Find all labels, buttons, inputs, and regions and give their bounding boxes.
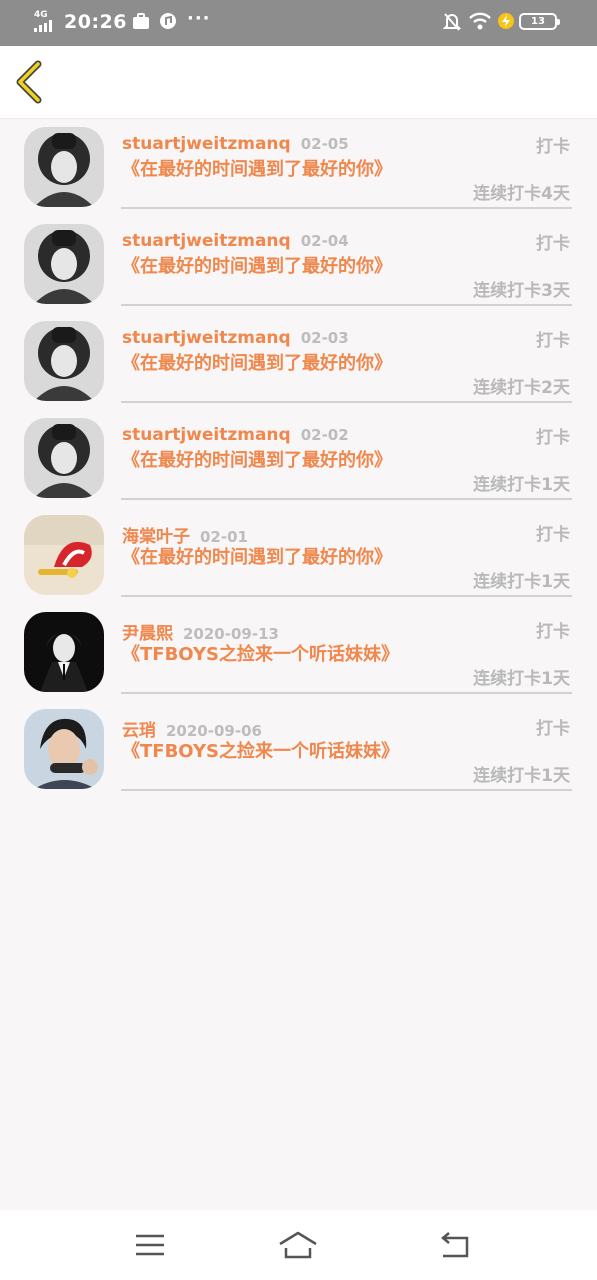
menu-button[interactable] — [130, 1230, 170, 1260]
book-title[interactable]: 《在最好的时间遇到了最好的你》 — [122, 158, 422, 181]
streak-label: 连续打卡1天 — [473, 669, 570, 689]
checkin-list: stuartjweitzmanq 02-05 打卡 《在最好的时间遇到了最好的你》… — [0, 122, 597, 801]
user-name[interactable]: 尹晨熙 — [122, 624, 173, 644]
checkin-row[interactable]: 云琑 2020-09-06 打卡 《TFBOYS之捡来一个听话妹妹》 连续打卡1天 — [0, 704, 597, 801]
streak-label: 连续打卡1天 — [473, 475, 570, 495]
avatar[interactable] — [24, 224, 104, 304]
chevron-left-icon — [16, 60, 42, 104]
signal-icon — [34, 20, 52, 32]
checkin-date: 02-04 — [300, 232, 349, 250]
status-bar: 4G 20:26 ··· 13 — [0, 0, 597, 46]
book-title[interactable]: 《在最好的时间遇到了最好的你》 — [122, 352, 422, 375]
checkin-action-label: 打卡 — [536, 137, 570, 157]
home-button[interactable] — [278, 1230, 318, 1260]
clock: 20:26 — [64, 11, 127, 33]
charging-icon — [498, 13, 514, 29]
user-name[interactable]: stuartjweitzmanq — [122, 134, 291, 154]
user-name[interactable]: 云琑 — [122, 721, 156, 741]
home-icon — [279, 1231, 317, 1259]
checkin-action-label: 打卡 — [536, 234, 570, 254]
briefcase-icon — [133, 13, 149, 29]
streak-label: 连续打卡2天 — [473, 378, 570, 398]
book-title[interactable]: 《TFBOYS之捡来一个听话妹妹》 — [122, 740, 422, 763]
system-nav-bar — [0, 1210, 597, 1280]
avatar[interactable] — [24, 418, 104, 498]
checkin-date: 2020-09-13 — [183, 625, 279, 643]
streak-label: 连续打卡3天 — [473, 281, 570, 301]
user-name[interactable]: 海棠叶子 — [122, 527, 190, 547]
book-title[interactable]: 《在最好的时间遇到了最好的你》 — [122, 449, 422, 472]
avatar[interactable] — [24, 127, 104, 207]
streak-label: 连续打卡4天 — [473, 184, 570, 204]
more-notifications-icon: ··· — [187, 8, 211, 29]
user-name[interactable]: stuartjweitzmanq — [122, 328, 291, 348]
divider — [121, 401, 572, 403]
book-title[interactable]: 《TFBOYS之捡来一个听话妹妹》 — [122, 643, 422, 666]
checkin-date: 02-01 — [200, 528, 248, 546]
book-title[interactable]: 《在最好的时间遇到了最好的你》 — [122, 255, 422, 278]
avatar[interactable] — [24, 515, 104, 595]
checkin-row[interactable]: 海棠叶子 02-01 打卡 《在最好的时间遇到了最好的你》 连续打卡1天 — [0, 510, 597, 607]
checkin-row[interactable]: 尹晨熙 2020-09-13 打卡 《TFBOYS之捡来一个听话妹妹》 连续打卡1… — [0, 607, 597, 704]
checkin-date: 02-02 — [300, 426, 349, 444]
checkin-date: 02-05 — [300, 135, 349, 153]
book-title[interactable]: 《在最好的时间遇到了最好的你》 — [122, 546, 422, 569]
checkin-action-label: 打卡 — [536, 428, 570, 448]
avatar[interactable] — [24, 612, 104, 692]
streak-label: 连续打卡1天 — [473, 572, 570, 592]
wifi-icon — [469, 12, 491, 30]
divider — [121, 595, 572, 597]
avatar[interactable] — [24, 709, 104, 789]
battery-indicator: 13 — [519, 13, 560, 30]
music-app-icon — [160, 13, 176, 29]
checkin-date: 02-03 — [300, 329, 349, 347]
checkin-row[interactable]: stuartjweitzmanq 02-03 打卡 《在最好的时间遇到了最好的你》… — [0, 316, 597, 413]
menu-icon — [136, 1234, 164, 1256]
checkin-row[interactable]: stuartjweitzmanq 02-04 打卡 《在最好的时间遇到了最好的你》… — [0, 219, 597, 316]
checkin-action-label: 打卡 — [536, 525, 570, 545]
avatar[interactable] — [24, 321, 104, 401]
divider — [121, 789, 572, 791]
back-button[interactable] — [12, 60, 52, 104]
checkin-date: 2020-09-06 — [166, 722, 262, 740]
checkin-row[interactable]: stuartjweitzmanq 02-02 打卡 《在最好的时间遇到了最好的你》… — [0, 413, 597, 510]
streak-label: 连续打卡1天 — [473, 766, 570, 786]
checkin-action-label: 打卡 — [536, 622, 570, 642]
user-name[interactable]: stuartjweitzmanq — [122, 231, 291, 251]
checkin-action-label: 打卡 — [536, 331, 570, 351]
mute-bell-icon — [443, 13, 461, 31]
checkin-row[interactable]: stuartjweitzmanq 02-05 打卡 《在最好的时间遇到了最好的你》… — [0, 122, 597, 219]
back-icon — [441, 1232, 469, 1258]
system-back-button[interactable] — [435, 1230, 475, 1260]
divider — [121, 498, 572, 500]
user-name[interactable]: stuartjweitzmanq — [122, 425, 291, 445]
divider — [121, 207, 572, 209]
page-header — [0, 46, 597, 119]
network-type: 4G — [34, 10, 48, 20]
divider — [121, 692, 572, 694]
divider — [121, 304, 572, 306]
checkin-action-label: 打卡 — [536, 719, 570, 739]
